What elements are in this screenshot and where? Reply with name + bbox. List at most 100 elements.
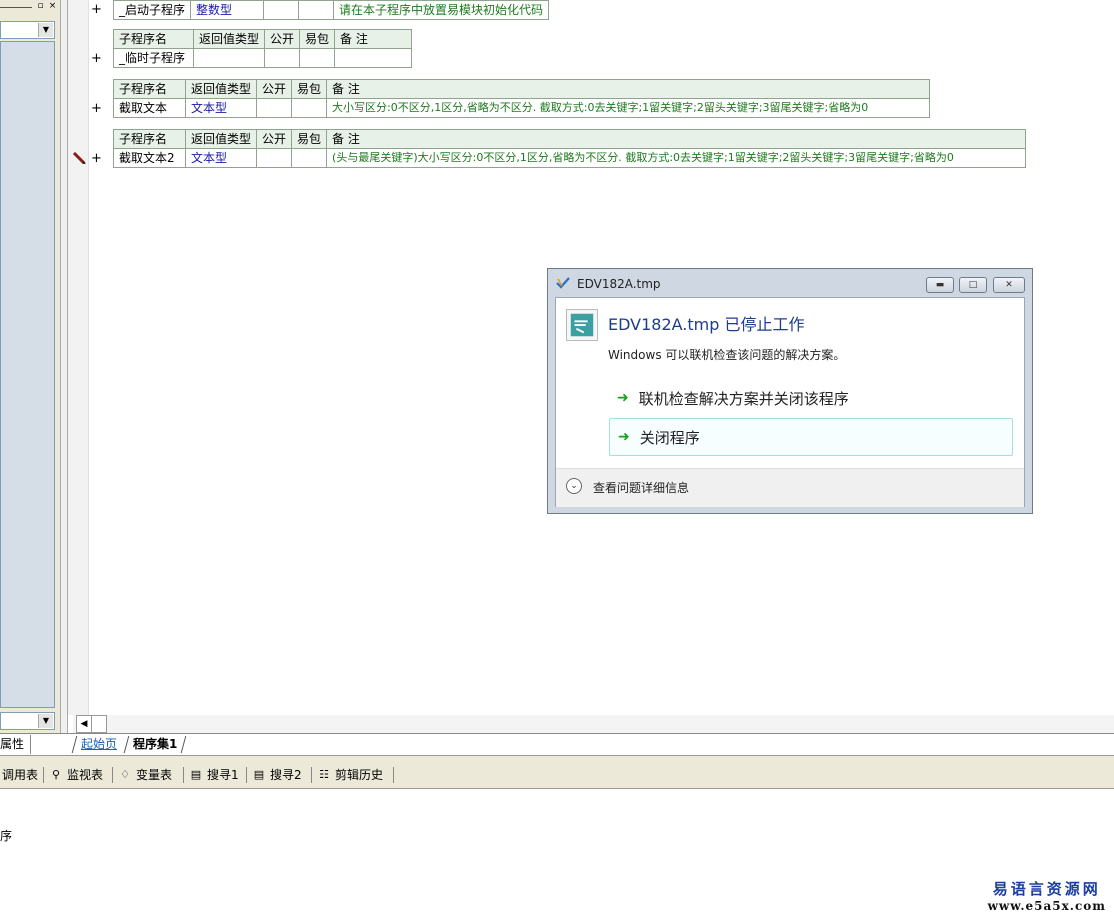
- toolbar-separator: [393, 767, 394, 783]
- tab-label: 程序集1: [133, 737, 178, 751]
- pin-icon[interactable]: ▫: [35, 1, 46, 12]
- pencil-icon: [72, 152, 86, 164]
- table-row: 截取文本2 文本型 (头与最尾关键字)大小写区分:0不区分,1区分,省略为不区分…: [113, 148, 1026, 168]
- watermark-cn: 易语言资源网: [992, 880, 1101, 898]
- error-dialog: EDV182A.tmp ▬ □ ✕ EDV182A.tmp 已停止工作 Wind…: [547, 268, 1033, 514]
- dialog-footer: ⌄ 查看问题详细信息: [556, 468, 1024, 507]
- header-note: 备 注: [326, 129, 1026, 149]
- bottom-combo[interactable]: ▼: [0, 712, 55, 730]
- tab-label: 起始页: [81, 737, 118, 751]
- note-cell[interactable]: [334, 48, 413, 68]
- public-cell[interactable]: [256, 148, 293, 168]
- subprogram-name[interactable]: 截取文本: [113, 98, 186, 118]
- header-pack: 易包: [291, 79, 328, 99]
- header-name: 子程序名: [113, 79, 186, 99]
- output-text: 序: [0, 829, 13, 843]
- search2-label: 搜寻2: [270, 768, 302, 782]
- subprogram-name[interactable]: _启动子程序: [112, 0, 192, 20]
- search2-button[interactable]: ▤ 搜寻2: [252, 766, 302, 784]
- app-icon: [556, 277, 570, 289]
- close-icon[interactable]: ×: [47, 1, 58, 12]
- table-row: _启动子程序 整数型 请在本子程序中放置易模块初始化代码: [112, 0, 550, 20]
- header-public: 公开: [256, 79, 293, 99]
- maximize-button[interactable]: □: [959, 277, 987, 293]
- search-doc-icon: ▤: [190, 768, 202, 781]
- pack-cell[interactable]: [291, 98, 328, 118]
- clip-history-button[interactable]: ☷ 剪辑历史: [317, 766, 383, 784]
- pack-cell[interactable]: [291, 148, 328, 168]
- note-cell[interactable]: 大小写区分:0不区分,1区分,省略为不区分. 截取方式:0去关键字;1留关键字;…: [326, 98, 930, 118]
- check-online-option[interactable]: ➜ 联机检查解决方案并关闭该程序: [609, 379, 1013, 417]
- subprogram-name[interactable]: 截取文本2: [113, 148, 186, 168]
- public-cell[interactable]: [263, 0, 300, 20]
- table-row: _临时子程序: [113, 48, 413, 68]
- header-note: 备 注: [334, 29, 413, 49]
- search1-label: 搜寻1: [207, 768, 239, 782]
- chevron-down-icon[interactable]: ▼: [38, 714, 53, 728]
- close-button[interactable]: ✕: [993, 277, 1025, 293]
- note-cell[interactable]: 请在本子程序中放置易模块初始化代码: [333, 0, 550, 20]
- var-table-button[interactable]: ♢ 变量表: [118, 766, 172, 784]
- table-header-row: 子程序名 返回值类型 公开 易包 备 注: [113, 29, 413, 49]
- arrow-right-icon: ➜: [618, 429, 630, 445]
- pack-cell[interactable]: [299, 48, 336, 68]
- search-doc-icon: ▤: [253, 768, 265, 781]
- public-cell[interactable]: [264, 48, 301, 68]
- property-list[interactable]: [0, 41, 55, 708]
- clip-history-label: 剪辑历史: [335, 768, 384, 782]
- dialog-titlebar[interactable]: EDV182A.tmp ▬ □ ✕: [548, 269, 1032, 296]
- tab-program-set[interactable]: 程序集1: [123, 736, 187, 753]
- output-panel[interactable]: 序: [0, 789, 1114, 915]
- call-table-button[interactable]: 调用表: [2, 766, 38, 784]
- watch-table-button[interactable]: ⚲ 监视表: [49, 766, 103, 784]
- pack-cell[interactable]: [298, 0, 335, 20]
- table-row: 截取文本 文本型 大小写区分:0不区分,1区分,省略为不区分. 截取方式:0去关…: [113, 98, 930, 118]
- dialog-heading: EDV182A.tmp 已停止工作: [608, 315, 805, 334]
- watermark: 易语言资源网 www.e5a5x.com: [988, 878, 1106, 913]
- table-header-row: 子程序名 返回值类型 公开 易包 备 注: [113, 129, 1026, 149]
- var-table-label: 变量表: [136, 768, 173, 782]
- subprogram-table: _启动子程序 整数型 请在本子程序中放置易模块初始化代码: [112, 0, 550, 20]
- expand-icon[interactable]: +: [91, 51, 102, 66]
- return-type[interactable]: 文本型: [184, 148, 258, 168]
- header-type: 返回值类型: [184, 79, 258, 99]
- toolbar-separator: [43, 767, 44, 783]
- left-panel: ▫ × ▼ ▼: [0, 0, 60, 735]
- expand-icon[interactable]: +: [91, 2, 102, 17]
- scroll-thumb[interactable]: [92, 715, 107, 733]
- bottom-toolbar: 调用表 ⚲ 监视表 ♢ 变量表 ▤ 搜寻1 ▤ 搜寻2 ☷ 剪辑历史: [0, 762, 1114, 789]
- view-details-link[interactable]: 查看问题详细信息: [593, 479, 689, 496]
- toolbar-separator: [246, 767, 247, 783]
- panel-splitter[interactable]: [60, 0, 68, 735]
- option-label: 关闭程序: [639, 428, 700, 447]
- chevron-down-icon[interactable]: ▼: [38, 23, 53, 37]
- chevron-down-icon[interactable]: ⌄: [566, 478, 582, 494]
- search1-button[interactable]: ▤ 搜寻1: [189, 766, 239, 784]
- header-name: 子程序名: [113, 129, 186, 149]
- subprogram-name[interactable]: _临时子程序: [113, 48, 194, 68]
- header-public: 公开: [264, 29, 301, 49]
- clipboard-icon: ☷: [319, 768, 329, 781]
- note-cell[interactable]: (头与最尾关键字)大小写区分:0不区分,1区分,省略为不区分. 截取方式:0去关…: [326, 148, 1026, 168]
- return-type[interactable]: 整数型: [190, 0, 265, 20]
- tab-start-page[interactable]: 起始页: [71, 736, 126, 753]
- return-type[interactable]: [192, 48, 266, 68]
- header-note: 备 注: [326, 79, 930, 99]
- header-pack: 易包: [299, 29, 336, 49]
- left-panel-header: ▫ ×: [0, 0, 60, 18]
- scroll-left-icon[interactable]: ◀: [76, 715, 92, 733]
- public-cell[interactable]: [256, 98, 293, 118]
- expand-icon[interactable]: +: [91, 101, 102, 116]
- option-label: 联机检查解决方案并关闭该程序: [638, 389, 849, 408]
- horizontal-scrollbar[interactable]: ◀: [73, 715, 1114, 733]
- subprogram-table: 子程序名 返回值类型 公开 易包 备 注 截取文本2 文本型 (头与最尾关键字)…: [113, 129, 1026, 168]
- expand-icon[interactable]: +: [91, 151, 102, 166]
- header-pack: 易包: [291, 129, 328, 149]
- header-type: 返回值类型: [192, 29, 266, 49]
- return-type[interactable]: 文本型: [184, 98, 258, 118]
- dialog-description: Windows 可以联机检查该问题的解决方案。: [608, 348, 846, 362]
- tab-properties[interactable]: 属性: [0, 735, 32, 754]
- object-combo[interactable]: ▼: [0, 21, 55, 39]
- close-program-option[interactable]: ➜ 关闭程序: [609, 418, 1013, 456]
- minimize-button[interactable]: ▬: [926, 277, 954, 293]
